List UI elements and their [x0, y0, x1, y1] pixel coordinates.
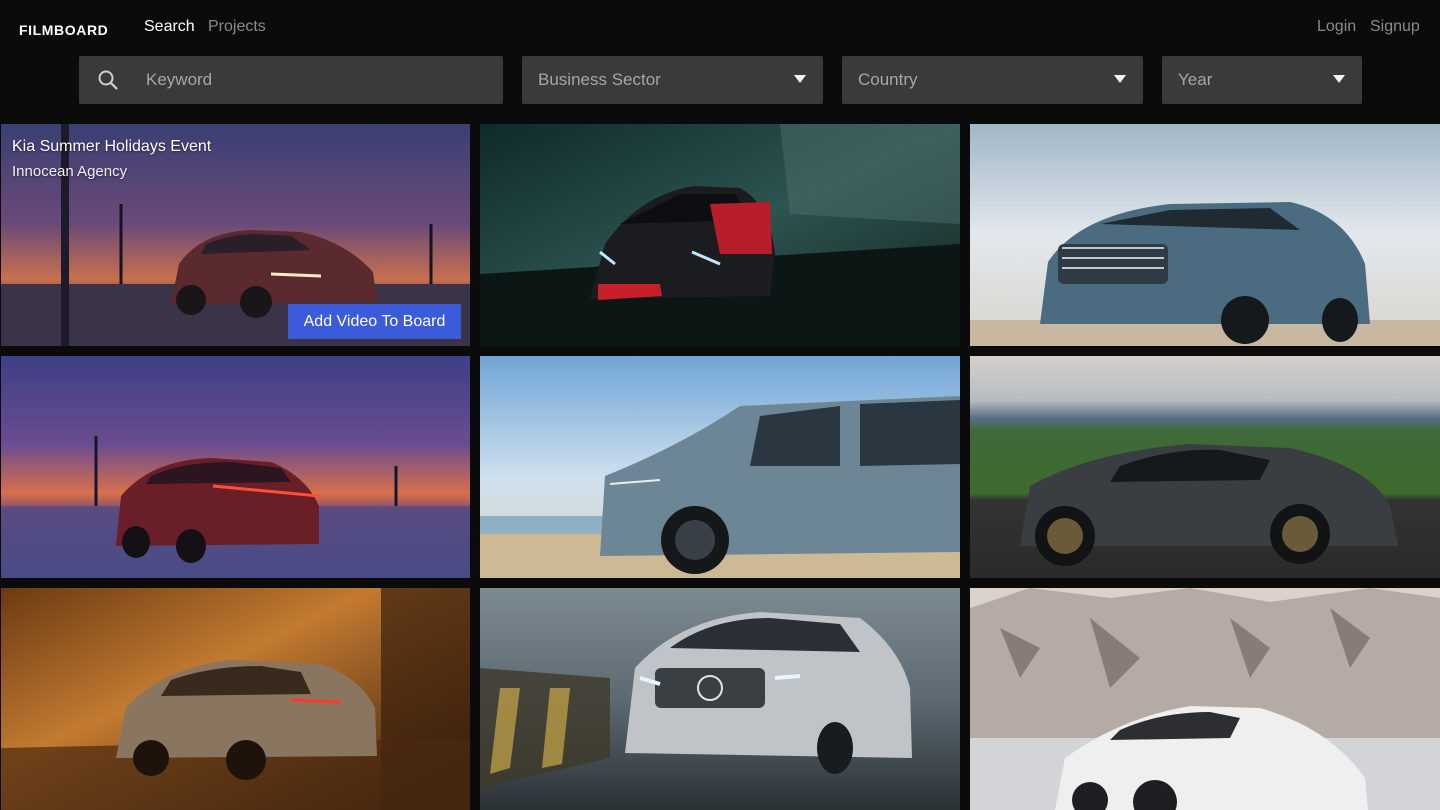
business-sector-label: Business Sector: [538, 70, 661, 89]
video-thumbnail: [970, 356, 1440, 578]
video-card[interactable]: Kia Summer Holidays Event Innocean Agenc…: [1, 124, 470, 346]
add-video-to-board-button[interactable]: Add Video To Board: [288, 304, 461, 339]
login-link[interactable]: Login: [1317, 18, 1356, 36]
video-thumbnail: [480, 124, 960, 346]
video-card[interactable]: [480, 588, 960, 810]
chevron-down-icon: [1114, 75, 1126, 83]
nav-link-projects[interactable]: Projects: [208, 18, 266, 36]
video-card[interactable]: [480, 124, 960, 346]
country-dropdown[interactable]: Country: [842, 56, 1143, 104]
nav-link-search[interactable]: Search: [144, 18, 195, 36]
video-thumbnail: [1, 356, 470, 578]
video-card[interactable]: [970, 588, 1440, 810]
filter-bar: Business Sector Country Year: [0, 56, 1440, 104]
video-card[interactable]: [1, 588, 470, 810]
country-label: Country: [858, 70, 918, 89]
video-thumbnail: [1, 588, 470, 810]
keyword-search-box[interactable]: [79, 56, 503, 104]
keyword-input[interactable]: [146, 56, 486, 104]
brand-logo[interactable]: FILMBOARD: [19, 22, 108, 38]
video-card[interactable]: [1, 356, 470, 578]
video-thumbnail: [970, 588, 1440, 810]
search-icon: [98, 70, 118, 90]
video-thumbnail: [970, 124, 1440, 346]
video-title: Kia Summer Holidays Event: [12, 138, 212, 155]
top-navigation: FILMBOARD Search Projects Login Signup: [0, 0, 1440, 56]
video-thumbnail: [480, 356, 960, 578]
year-dropdown[interactable]: Year: [1162, 56, 1362, 104]
video-agency: Innocean Agency: [12, 163, 128, 180]
signup-link[interactable]: Signup: [1370, 18, 1420, 36]
business-sector-dropdown[interactable]: Business Sector: [522, 56, 823, 104]
chevron-down-icon: [1333, 75, 1345, 83]
chevron-down-icon: [794, 75, 806, 83]
year-label: Year: [1178, 70, 1213, 89]
video-card[interactable]: [970, 356, 1440, 578]
video-card[interactable]: [970, 124, 1440, 346]
video-thumbnail: [480, 588, 960, 810]
video-card[interactable]: [480, 356, 960, 578]
